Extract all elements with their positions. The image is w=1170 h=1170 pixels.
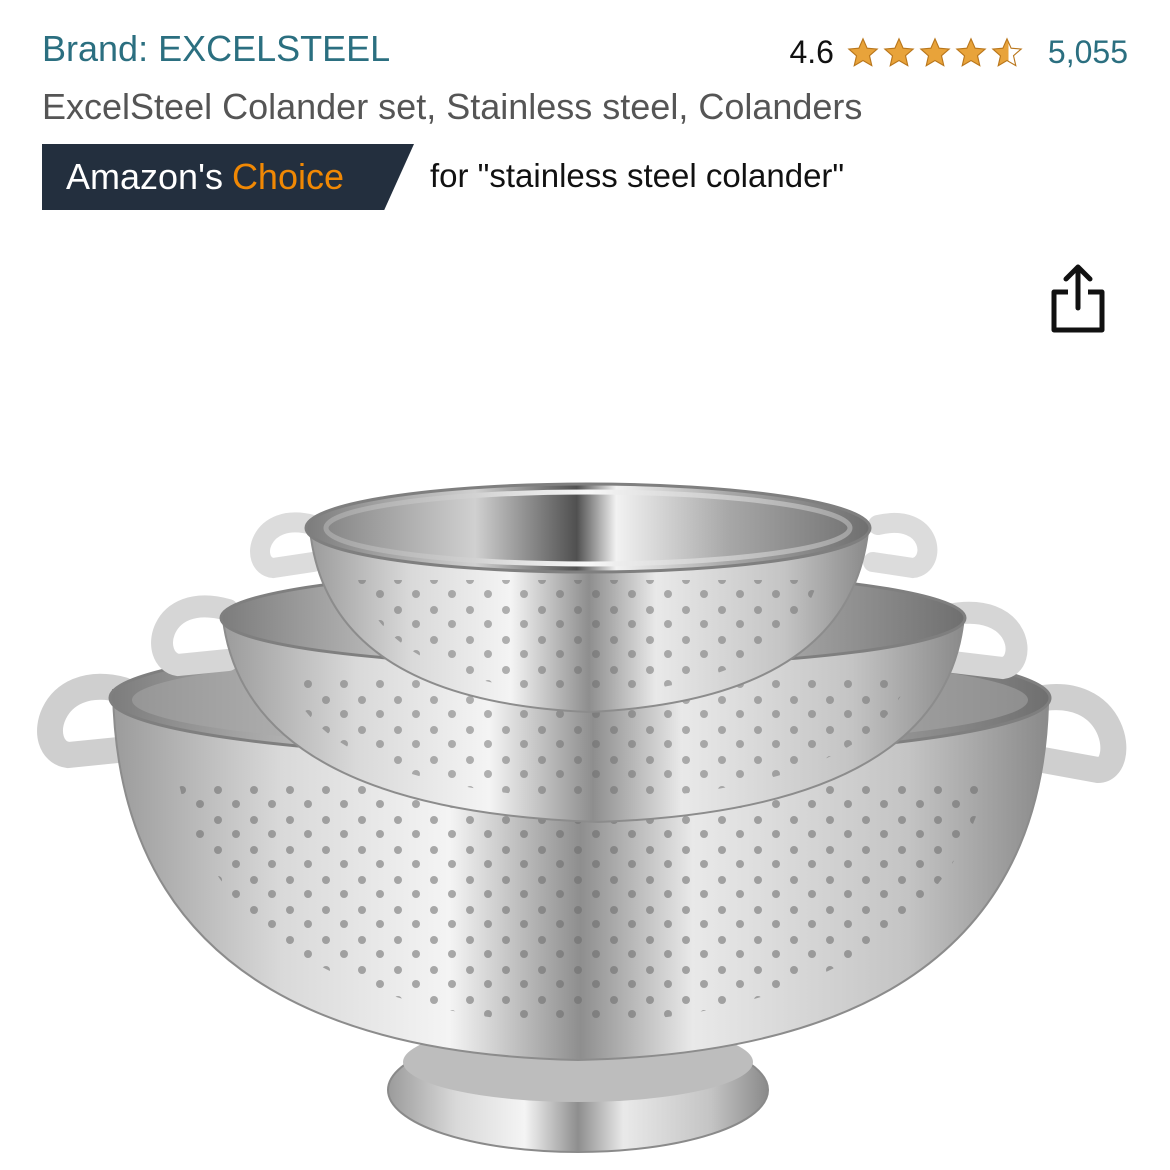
star-rating [846, 36, 1024, 70]
review-count-link[interactable]: 5,055 [1048, 34, 1128, 71]
badge-highlight: Choice [231, 156, 344, 197]
product-image[interactable] [28, 450, 1140, 1170]
badge-query: for "stainless steel colander" [430, 157, 845, 194]
star-icon [919, 36, 951, 67]
star-icon [847, 36, 879, 67]
rating-summary[interactable]: 4.6 5,055 [789, 34, 1128, 71]
share-icon[interactable] [1046, 262, 1110, 334]
rating-value: 4.6 [789, 34, 834, 70]
star-icon [883, 36, 915, 67]
amazons-choice-badge[interactable]: Amazon's Choice [42, 144, 414, 210]
badge-prefix: Amazon's [66, 156, 223, 197]
brand-link[interactable]: Brand: EXCELSTEEL [42, 28, 390, 70]
product-title: ExcelSteel Colander set, Stainless steel… [42, 86, 863, 127]
star-icon [955, 36, 987, 67]
star-half-icon [991, 36, 1023, 67]
